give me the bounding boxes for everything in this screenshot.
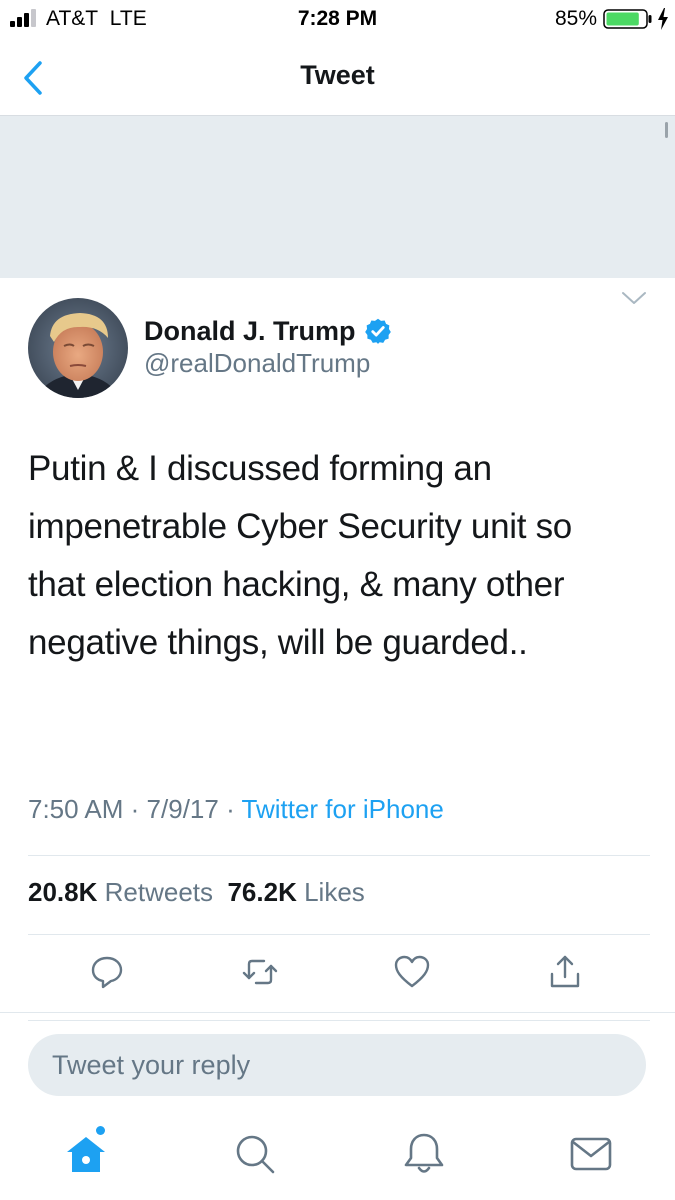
bell-icon[interactable] bbox=[400, 1130, 448, 1178]
charging-bolt-icon bbox=[658, 8, 668, 30]
avatar-image bbox=[28, 298, 128, 398]
author-name-row[interactable]: Donald J. Trump bbox=[144, 314, 392, 348]
home-icon[interactable] bbox=[62, 1130, 110, 1178]
battery-icon bbox=[603, 9, 652, 29]
tweet-source-link[interactable]: Twitter for iPhone bbox=[242, 794, 444, 824]
likes-count: 76.2K bbox=[227, 877, 297, 907]
meta-separator: · bbox=[226, 794, 235, 824]
tweet-text: Putin & I discussed forming an impenetra… bbox=[28, 449, 572, 662]
status-bar: AT&T LTE 7:28 PM 85% bbox=[0, 0, 675, 38]
retweets-label: Retweets bbox=[104, 877, 214, 907]
nav-bar: Tweet bbox=[0, 38, 675, 116]
chevron-down-icon[interactable] bbox=[621, 288, 647, 308]
reply-input[interactable]: Tweet your reply bbox=[28, 1034, 646, 1096]
likes-label: Likes bbox=[304, 877, 365, 907]
retweet-icon[interactable] bbox=[240, 952, 280, 992]
divider bbox=[28, 855, 650, 856]
tweet-stats: 20.8K Retweets 76.2K Likes bbox=[28, 877, 365, 908]
display-name[interactable]: Donald J. Trump bbox=[144, 316, 356, 347]
battery-percent: 85% bbox=[554, 7, 597, 30]
meta-separator: · bbox=[130, 794, 140, 824]
reply-placeholder: Tweet your reply bbox=[52, 1050, 251, 1080]
verified-badge-icon bbox=[364, 318, 391, 344]
heart-icon[interactable] bbox=[392, 952, 432, 992]
retweets-stat[interactable]: 20.8K Retweets bbox=[28, 877, 213, 907]
mail-icon[interactable] bbox=[567, 1130, 615, 1178]
conversation-banner bbox=[0, 116, 675, 278]
reply-icon[interactable] bbox=[87, 952, 127, 992]
tweet-time: 7:50 AM bbox=[28, 794, 124, 824]
search-icon[interactable] bbox=[231, 1130, 279, 1178]
author-handle[interactable]: @realDonaldTrump bbox=[144, 348, 370, 379]
retweets-count: 20.8K bbox=[28, 877, 98, 907]
home-notification-dot bbox=[96, 1126, 105, 1135]
scroll-indicator bbox=[665, 122, 668, 138]
share-icon[interactable] bbox=[545, 952, 585, 992]
divider bbox=[28, 1020, 650, 1021]
avatar[interactable] bbox=[28, 298, 128, 398]
likes-stat[interactable]: 76.2K Likes bbox=[227, 877, 364, 907]
page-title: Tweet bbox=[300, 60, 375, 90]
tweet-meta: 7:50 AM · 7/9/17 · Twitter for iPhone bbox=[28, 794, 444, 825]
divider bbox=[0, 1012, 675, 1013]
divider bbox=[28, 934, 650, 935]
tweet-date: 7/9/17 bbox=[146, 794, 219, 824]
